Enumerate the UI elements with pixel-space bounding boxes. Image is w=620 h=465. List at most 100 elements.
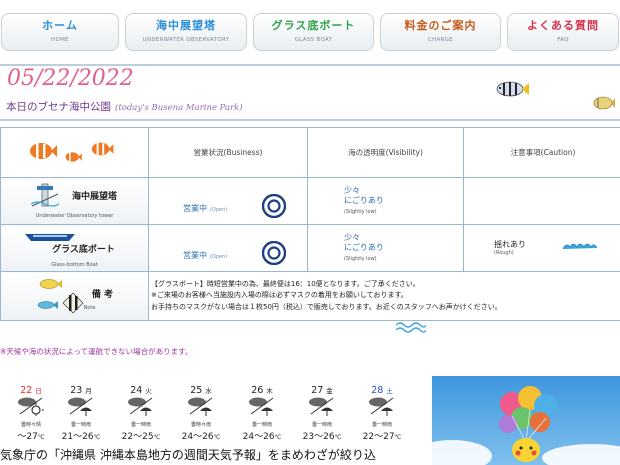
caution-status: 揺れあり (Rough) — [494, 239, 526, 256]
weather-day-of-week: 火 — [145, 387, 152, 395]
weather-day-number: 23 — [70, 385, 83, 396]
visibility-line2: にごりあり — [344, 242, 384, 252]
nav-home-button[interactable]: ホーム HOME — [1, 13, 119, 51]
weather-day: 24 火 曇一時雨 22〜25℃ — [110, 385, 172, 442]
subtitle-en: (today's Busena Marine Park) — [115, 103, 243, 113]
weather-desc: 曇一時雨 — [70, 422, 91, 428]
header-visibility: 海の透明度(Visibility) — [307, 127, 464, 178]
cloudy-rain-icon — [188, 397, 213, 416]
weather-temp-range: 23〜26 — [302, 432, 335, 442]
cloudy-rain-icon — [68, 397, 93, 416]
visibility-status: 少々 にごりあり (Slightly low) — [344, 233, 499, 264]
weather-day-of-week: 日 — [35, 387, 42, 395]
wave-icon — [395, 321, 426, 333]
visibility-cell: 少々 にごりあり (Slightly low) — [307, 224, 464, 272]
weather-temp-unit: ℃ — [213, 434, 221, 441]
weather-temp-range: 22〜25 — [121, 432, 154, 442]
weather-temp-range: 24〜26 — [242, 432, 275, 442]
nav-glass-boat-label: グラス底ボート — [271, 19, 356, 32]
business-status: 営業中 (Open) — [183, 251, 227, 260]
weather-temp: 22〜27℃ — [351, 429, 413, 442]
note-line: 【グラスボート】時短営業中の為、最終便は16：10便となります。ご了承ください。 — [151, 279, 420, 288]
weather-temp-unit: ℃ — [274, 434, 282, 441]
weather-desc: 曇一時雨 — [130, 422, 151, 428]
weather-temp-unit: ℃ — [37, 434, 45, 441]
weather-day-number: 24 — [130, 385, 143, 396]
weather-temp-unit: ℃ — [153, 434, 161, 441]
nav-faq-button[interactable]: よくある質問 FAQ — [507, 13, 619, 51]
tropical-fish-icon — [37, 279, 84, 314]
weather-desc: 曇一時雨 — [371, 422, 392, 428]
striped-fish-icon — [496, 81, 529, 97]
header-business: 営業状況(Business) — [148, 127, 308, 178]
weather-day: 27 金 曇一時雨 23〜26℃ — [291, 385, 353, 442]
weather-temp-unit: ℃ — [334, 434, 342, 441]
weather-day-of-week: 金 — [326, 387, 333, 395]
business-status-text: 営業中 — [183, 204, 207, 213]
weather-day-number: 22 — [20, 385, 33, 396]
open-double-circle-icon — [262, 240, 287, 266]
open-double-circle-icon — [262, 193, 287, 219]
clownfish-group-icon — [29, 142, 113, 162]
small-fish-icon — [593, 96, 615, 110]
observatory-tower-icon — [31, 183, 59, 207]
visibility-en: (Slightly low) — [344, 255, 377, 262]
weather-day-number: 25 — [190, 385, 203, 396]
weather-date: 24 火 — [110, 385, 172, 396]
weather-desc: 曇時々雨 — [190, 422, 211, 428]
table-row-note: 備 考 Note 【グラスボート】時短営業中の為、最終便は16：10便となります… — [0, 271, 620, 321]
section-divider — [0, 119, 620, 121]
weather-temp-range: 24〜26 — [181, 432, 214, 442]
promo-banner[interactable] — [432, 376, 620, 465]
weather-day-number: 28 — [371, 385, 384, 396]
cloudy-rain-icon — [309, 397, 334, 416]
balloons-character-illustration — [432, 386, 620, 465]
weather-temp: 24〜26℃ — [231, 429, 293, 442]
header-caution: 注意事項(Caution) — [463, 127, 620, 178]
weather-day-of-week: 水 — [205, 387, 212, 395]
weather-temp-range: 〜27 — [17, 432, 38, 442]
weather-temp-unit: ℃ — [394, 434, 402, 441]
weather-date: 23 月 — [50, 385, 112, 396]
facility-name-en: Glass-bottom Boat — [51, 261, 98, 268]
business-status-text: 営業中 — [183, 251, 207, 260]
business-status-en: (Open) — [210, 207, 228, 213]
weather-day-of-week: 月 — [85, 387, 92, 395]
weather-day: 26 木 曇一時雨 24〜26℃ — [231, 385, 293, 442]
nav-glass-boat-button[interactable]: グラス底ボート GLASS BOAT — [253, 13, 374, 51]
nav-faq-sub: FAQ — [557, 37, 569, 43]
forecast-description: 気象庁の「沖縄県 沖縄本島地方の週間天気予報」をまめわざが絞り込 — [0, 448, 376, 462]
visibility-line1: 少々 — [344, 185, 360, 195]
cloudy-rain-icon — [128, 397, 153, 416]
weather-date: 27 金 — [291, 385, 353, 396]
weather-day: 25 水 曇時々雨 24〜26℃ — [170, 385, 232, 442]
page-date: 05/22/2022 — [7, 66, 134, 91]
nav-charge-sub: CHARGE — [427, 37, 454, 43]
table-header-row: 営業状況(Business) 海の透明度(Visibility) 注意事項(Ca… — [0, 127, 620, 178]
weather-day-number: 27 — [311, 385, 324, 396]
nav-observatory-button[interactable]: 海中展望塔 UNDERWATER OBSERVATORY — [125, 13, 247, 51]
nav-charge-button[interactable]: 料金のご案内 CHARGE — [380, 13, 501, 51]
cloudy-sunny-icon — [18, 397, 44, 416]
nav-home-label: ホーム — [42, 19, 78, 32]
nav-observatory-sub: UNDERWATER OBSERVATORY — [142, 37, 230, 43]
nav-glass-boat-sub: GLASS BOAT — [294, 37, 333, 43]
cloudy-rain-icon — [369, 397, 394, 416]
weather-temp-unit: ℃ — [93, 434, 101, 441]
nav-home-sub: HOME — [51, 37, 69, 43]
facility-observatory-cell: 海中展望塔 Underwater Observatory tower — [0, 177, 149, 225]
weather-date: 25 水 — [170, 385, 232, 396]
weather-date: 26 木 — [231, 385, 293, 396]
subtitle-jp: 本日のブセナ海中公園 — [6, 101, 111, 113]
facility-name-en: Underwater Observatory tower — [35, 212, 114, 219]
note-text-cell: 【グラスボート】時短営業中の為、最終便は16：10便となります。ご了承ください。… — [148, 271, 620, 321]
weather-temp: 22〜25℃ — [110, 429, 172, 442]
table-row: 海中展望塔 Underwater Observatory tower 営業中 (O… — [0, 177, 620, 333]
weather-temp: 23〜26℃ — [291, 429, 353, 442]
operation-footnote: ※天候や海の状況によって運航できない場合があります。 — [0, 347, 193, 356]
facility-glass-boat-cell: グラス底ボート Glass-bottom Boat — [0, 224, 149, 272]
weather-day-of-week: 土 — [386, 387, 393, 395]
table-row: グラス底ボート Glass-bottom Boat 営業中 (Open) 少々 に… — [0, 224, 620, 272]
visibility-line2: にごりあり — [344, 195, 384, 205]
visibility-status: 少々 にごりあり (Slightly low) — [344, 186, 499, 217]
